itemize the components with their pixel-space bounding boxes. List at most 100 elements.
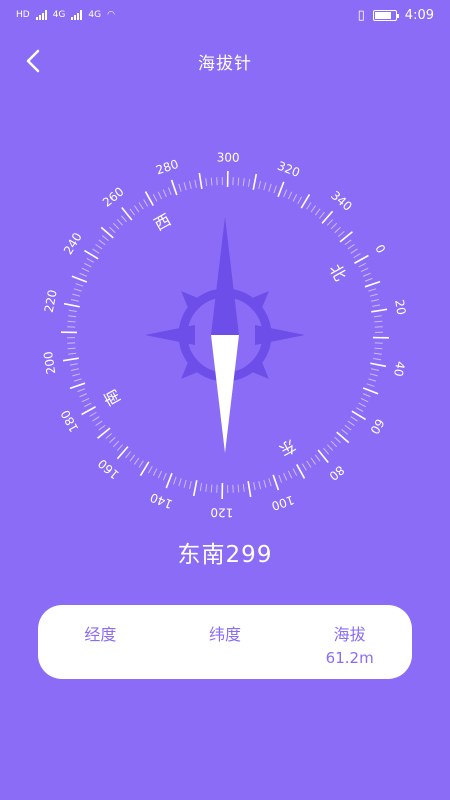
- dial-tick: [152, 468, 158, 477]
- dial-tick: [358, 262, 367, 268]
- needle-north: [211, 217, 239, 335]
- dial-tick: [242, 483, 245, 492]
- dial-tick: [188, 481, 192, 490]
- status-bar: HD 4G 4G ◠ ▯ 4:09: [0, 0, 450, 30]
- dial-tick: [371, 308, 388, 313]
- dial-tick: [373, 315, 382, 318]
- dial-tick: [92, 416, 100, 422]
- dial-tick: [354, 254, 369, 264]
- compass-dial: 0 20 40 60 80 100 120 140 160 180 200 220 240 260 280 3…: [41, 150, 408, 519]
- dial-tick: [133, 205, 140, 213]
- degree-label: 160: [95, 456, 121, 482]
- dial-tick: [92, 248, 100, 254]
- dial-tick: [109, 226, 116, 234]
- degree-label: 120: [210, 505, 233, 519]
- dial-tick: [98, 424, 106, 431]
- dial-tick: [373, 352, 382, 355]
- dial-tick: [170, 179, 178, 196]
- dial-tick: [310, 457, 317, 465]
- dial-tick: [67, 347, 76, 350]
- dial-tick: [83, 262, 92, 268]
- degree-label: 100: [270, 492, 296, 513]
- degree-label: 280: [154, 157, 180, 178]
- back-button[interactable]: [18, 46, 48, 76]
- vibrate-icon: ▯: [357, 7, 365, 23]
- dial-tick: [366, 383, 375, 387]
- dial-tick: [83, 402, 92, 408]
- dial-tick: [296, 464, 306, 479]
- dial-tick: [350, 416, 358, 422]
- degree-label: 320: [275, 159, 301, 180]
- dial-tick: [374, 320, 383, 323]
- dial-tick: [183, 479, 187, 488]
- dial-tick: [105, 433, 113, 440]
- dial-tick: [292, 468, 298, 477]
- dial-tick: [371, 368, 380, 372]
- compass: 0 20 40 60 80 100 120 140 160 180 200 220 240 260 280 3…: [35, 145, 415, 525]
- dial-tick: [373, 357, 382, 361]
- dial-tick: [81, 406, 96, 416]
- dial-tick: [362, 272, 371, 277]
- dial-tick: [287, 191, 293, 200]
- dial-tick: [116, 219, 124, 226]
- dial-tick: [178, 183, 182, 192]
- signal-icon: [35, 10, 47, 20]
- status-right: ▯ 4:09: [358, 8, 434, 23]
- latitude-label: 纬度: [209, 625, 242, 644]
- dial-tick: [334, 226, 341, 234]
- wifi-icon: ◠: [107, 10, 115, 20]
- dial-tick: [306, 460, 312, 468]
- altitude-value: 61.2m: [325, 649, 374, 667]
- dial-tick: [120, 215, 127, 223]
- dial-tick: [252, 173, 258, 190]
- dial-tick: [353, 253, 361, 259]
- degree-label: 180: [58, 408, 81, 435]
- dial-tick: [79, 272, 88, 277]
- cardinal-south: 南: [100, 386, 124, 409]
- dial-tick: [347, 243, 355, 250]
- dial-tick: [98, 239, 106, 246]
- dial-tick: [75, 283, 84, 287]
- dial-tick: [133, 457, 140, 465]
- dial-tick: [326, 444, 334, 451]
- dial-tick: [173, 476, 177, 485]
- dial-tick: [258, 180, 262, 189]
- dial-tick: [273, 185, 277, 194]
- dial-tick: [81, 267, 90, 273]
- degree-label: 140: [148, 490, 174, 511]
- hd-badge: HD: [16, 10, 30, 20]
- dial-tick: [62, 357, 79, 362]
- dial-tick: [101, 235, 109, 241]
- dial-tick: [272, 474, 280, 491]
- degree-label: 0: [372, 242, 388, 255]
- dial-tick: [368, 378, 377, 382]
- dial-tick: [109, 436, 116, 444]
- dial-tick: [69, 382, 86, 390]
- dial-tick: [237, 484, 240, 493]
- dial-tick: [188, 180, 192, 189]
- dial-tick: [95, 420, 103, 427]
- longitude-column: 经度: [38, 605, 163, 679]
- dial-tick: [138, 460, 144, 468]
- cardinal-east: 东: [276, 436, 299, 460]
- degree-label: 220: [42, 289, 60, 314]
- dial-tick: [263, 479, 267, 488]
- dial-tick: [178, 478, 182, 487]
- dial-tick: [144, 191, 154, 206]
- dial-tick: [73, 378, 82, 382]
- dial-tick: [334, 436, 341, 444]
- dial-tick: [157, 191, 163, 200]
- dial-tick: [247, 178, 251, 187]
- dial-tick: [194, 179, 197, 188]
- altitude-column: 海拔 61.2m: [287, 605, 412, 679]
- info-card: 经度 纬度 海拔 61.2m: [38, 605, 412, 679]
- dial-tick: [86, 257, 95, 263]
- degree-label: 80: [326, 463, 347, 483]
- dial-tick: [268, 183, 272, 192]
- dial-tick: [330, 440, 338, 448]
- dial-tick: [192, 480, 198, 497]
- dial-tick: [344, 424, 352, 431]
- dial-tick: [362, 393, 371, 398]
- dial-tick: [165, 472, 173, 489]
- dial-tick: [360, 397, 369, 403]
